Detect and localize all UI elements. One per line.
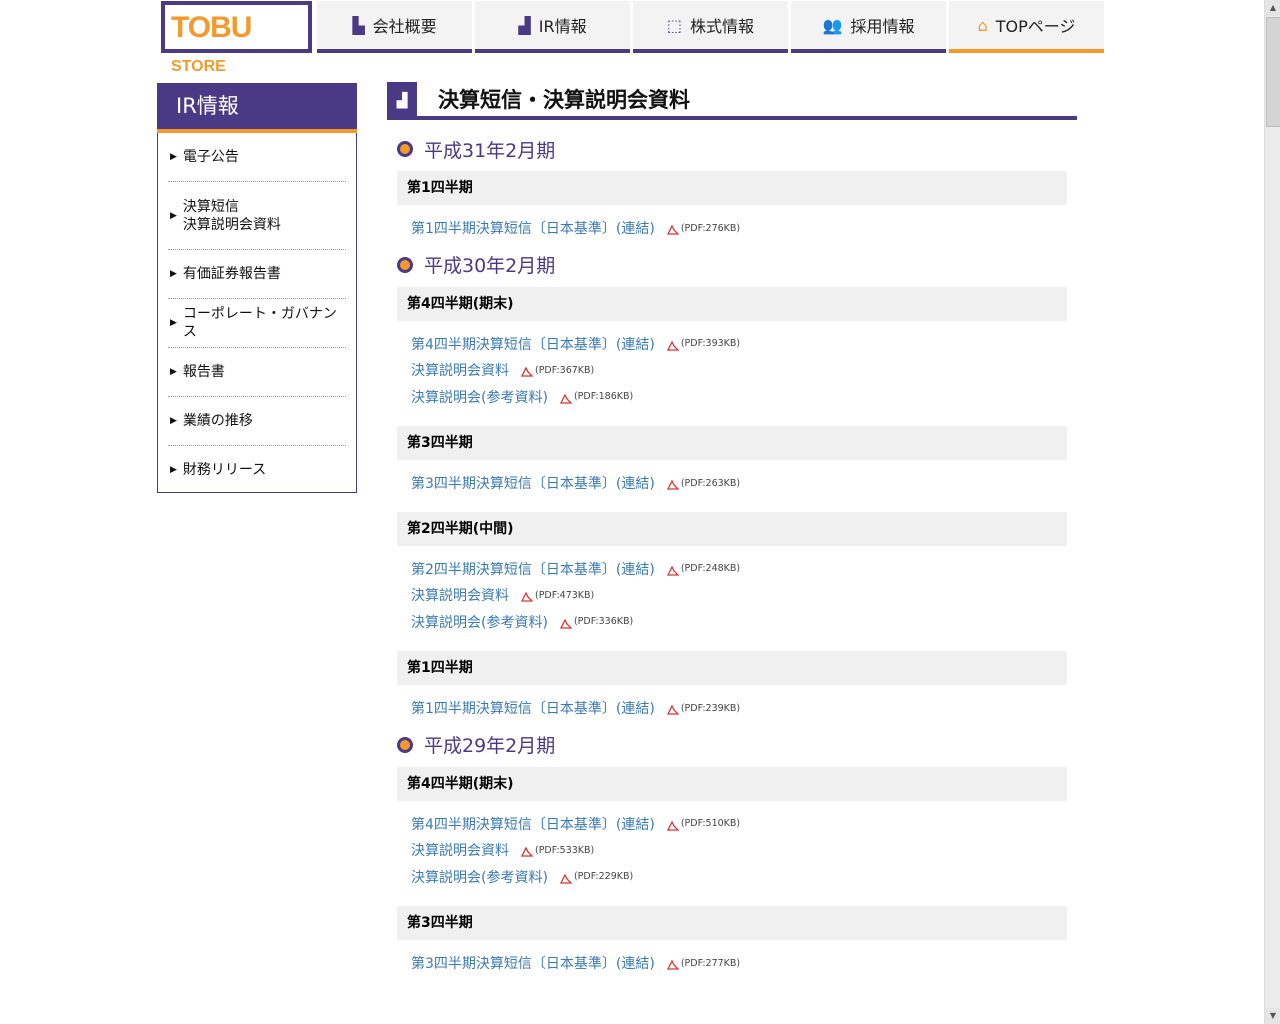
pdf-link[interactable]: 決算説明会資料 (PDF:473KB) <box>411 582 1067 609</box>
year-heading: 平成31年2月期 <box>397 135 1067 163</box>
line-chart-icon: ⬚ <box>666 15 683 35</box>
bullet-icon <box>397 256 413 273</box>
pdf-icon <box>666 820 679 831</box>
content: 平成31年2月期 第1四半期 第1四半期決算短信〔日本基準〕(連結) (PDF:2… <box>397 135 1067 977</box>
year-heading: 平成29年2月期 <box>397 731 1067 759</box>
pdf-icon <box>666 565 679 576</box>
pdf-icon <box>666 705 679 715</box>
pdf-link[interactable]: 決算説明会資料 (PDF:533KB) <box>411 837 1067 864</box>
quarter-heading: 第3四半期 <box>397 426 1067 460</box>
triangle-icon: ▶ <box>170 210 177 221</box>
quarter-heading: 第3四半期 <box>397 906 1067 940</box>
pdf-link[interactable]: 第3四半期決算短信〔日本基準〕(連結) (PDF:277KB) <box>411 950 1067 977</box>
bar-chart-icon: ▟ <box>518 15 531 35</box>
sidebar-item-securities-report[interactable]: ▶ 有価証券報告書 <box>168 250 346 299</box>
triangle-icon: ▶ <box>170 465 177 475</box>
pdf-link[interactable]: 決算説明会(参考資料) (PDF:336KB) <box>411 609 1067 636</box>
pdf-icon <box>666 480 679 490</box>
year-heading: 平成30年2月期 <box>397 251 1067 279</box>
nav-stock[interactable]: ⬚ 株式情報 <box>633 1 788 53</box>
sidebar-item-financial-release[interactable]: ▶ 財務リリース <box>168 446 346 494</box>
quarter-heading: 第1四半期 <box>397 171 1067 205</box>
pdf-link[interactable]: 決算説明会(参考資料) (PDF:186KB) <box>411 384 1067 411</box>
pdf-link[interactable]: 第2四半期決算短信〔日本基準〕(連結) (PDF:248KB) <box>411 556 1067 583</box>
scroll-up-icon[interactable]: ▲ <box>1265 0 1280 16</box>
triangle-icon: ▶ <box>170 269 177 279</box>
pdf-link[interactable]: 第1四半期決算短信〔日本基準〕(連結) (PDF:276KB) <box>411 215 1067 242</box>
triangle-icon: ▶ <box>170 318 177 328</box>
sidebar-item-public-notice[interactable]: ▶ 電子公告 <box>168 133 346 182</box>
pdf-link[interactable]: 第1四半期決算短信〔日本基準〕(連結) (PDF:239KB) <box>411 695 1067 722</box>
pdf-icon <box>559 393 572 404</box>
bar-chart-icon: ▟ <box>387 82 417 120</box>
building-icon: ▙ <box>352 15 365 35</box>
triangle-icon: ▶ <box>170 152 177 162</box>
sidebar-item-governance[interactable]: ▶ コーポレート・ガバナンス <box>168 299 346 348</box>
top-nav: ▙ 会社概要 ▟ IR情報 ⬚ 株式情報 👥 採用情報 ⌂ TOPページ <box>317 1 1104 53</box>
pdf-icon <box>559 618 572 629</box>
pdf-icon <box>559 873 572 884</box>
logo[interactable]: TOBU STORE <box>161 1 312 75</box>
pdf-link[interactable]: 決算説明会(参考資料) (PDF:229KB) <box>411 864 1067 891</box>
main-header: ▟ 決算短信・決算説明会資料 <box>387 82 1077 120</box>
bullet-icon <box>397 141 413 157</box>
pdf-link[interactable]: 決算説明会資料 (PDF:367KB) <box>411 357 1067 384</box>
quarter-heading: 第1四半期 <box>397 651 1067 685</box>
sidebar: IR情報 ▶ 電子公告 ▶ 決算短信 決算説明会資料 ▶ 有価証券報告書 ▶ コーポレート… <box>157 83 357 493</box>
pdf-icon <box>666 960 679 970</box>
logo-text: TOBU STORE <box>171 11 252 75</box>
bullet-icon <box>397 736 413 753</box>
quarter-heading: 第4四半期(期末) <box>397 766 1067 801</box>
quarter-heading: 第4四半期(期末) <box>397 286 1067 321</box>
sidebar-list: ▶ 電子公告 ▶ 決算短信 決算説明会資料 ▶ 有価証券報告書 ▶ コーポレート・ガバナン… <box>157 133 357 493</box>
page-title: 決算短信・決算説明会資料 <box>438 88 690 112</box>
sidebar-item-report[interactable]: ▶ 報告書 <box>168 348 346 397</box>
scrollbar-thumb[interactable] <box>1266 17 1280 127</box>
pdf-link[interactable]: 第4四半期決算短信〔日本基準〕(連結) (PDF:393KB) <box>411 331 1067 358</box>
nav-top-page[interactable]: ⌂ TOPページ <box>949 1 1104 53</box>
store-icon: ⌂ <box>977 15 988 35</box>
sidebar-title: IR情報 <box>157 83 357 133</box>
nav-recruit[interactable]: 👥 採用情報 <box>791 1 946 53</box>
people-icon: 👥 <box>822 15 843 35</box>
triangle-icon: ▶ <box>170 416 177 426</box>
triangle-icon: ▶ <box>170 367 177 377</box>
pdf-icon <box>666 225 679 235</box>
vertical-scrollbar[interactable]: ▲ ▼ <box>1264 0 1280 1024</box>
nav-company[interactable]: ▙ 会社概要 <box>317 1 472 53</box>
quarter-heading: 第2四半期(中間) <box>397 511 1067 546</box>
pdf-link[interactable]: 第4四半期決算短信〔日本基準〕(連結) (PDF:510KB) <box>411 811 1067 838</box>
pdf-link[interactable]: 第3四半期決算短信〔日本基準〕(連結) (PDF:263KB) <box>411 470 1067 497</box>
pdf-icon <box>521 367 533 377</box>
nav-ir[interactable]: ▟ IR情報 <box>475 1 630 53</box>
sidebar-item-earnings[interactable]: ▶ 決算短信 決算説明会資料 <box>168 182 346 250</box>
sidebar-item-performance[interactable]: ▶ 業績の推移 <box>168 397 346 446</box>
pdf-icon <box>521 847 533 857</box>
pdf-icon <box>666 340 679 351</box>
scroll-down-icon[interactable]: ▼ <box>1265 1008 1280 1024</box>
pdf-icon <box>521 592 533 602</box>
